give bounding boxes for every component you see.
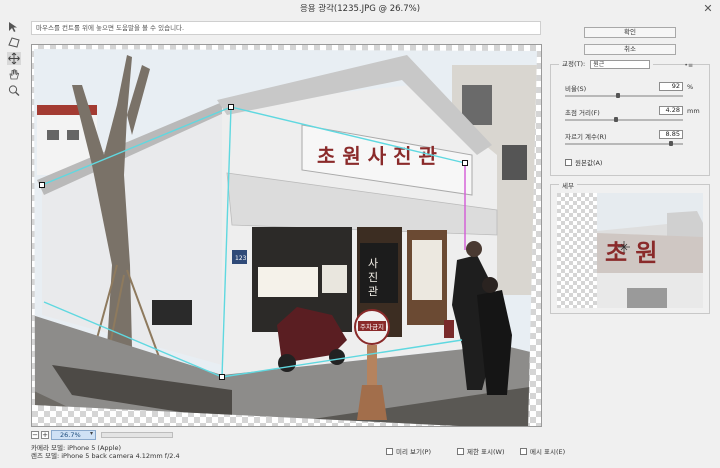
lens-model: 렌즈 모델: iPhone 5 back camera 4.12mm f/2.4 xyxy=(31,452,180,460)
preview-label: 미리 보기(P) xyxy=(396,448,431,456)
correction-select[interactable]: 원근 xyxy=(590,60,651,69)
correction-panel: 교정(T): 원근 •≡ 비율(S) 92 % 초점 거리(F) 4.28 mm… xyxy=(550,60,710,176)
correction-label: 교정(T): xyxy=(562,60,586,68)
show-mesh-option[interactable]: 메시 표시(E) xyxy=(520,446,565,456)
zoom-out-button[interactable]: − xyxy=(31,431,39,439)
preview-option[interactable]: 미리 보기(P) xyxy=(386,446,431,456)
show-constraints-checkbox[interactable] xyxy=(457,447,464,455)
vertical-sign: 사진관 xyxy=(368,257,378,298)
focal-length-label: 초점 거리(F) xyxy=(565,109,600,117)
ok-button[interactable]: 확인 xyxy=(584,27,676,38)
no-parking-text: 주차금지 xyxy=(360,322,384,331)
hint-text: 마우스를 컨트롤 위에 놓으면 도움말을 볼 수 있습니다. xyxy=(36,24,185,32)
photo-preview: 초 원 사 진 관 사진관 123 주차금지 xyxy=(34,49,537,426)
correction-header: 교정(T): 원근 xyxy=(559,60,654,69)
move-tool-icon[interactable] xyxy=(7,52,21,65)
zoom-tool-icon[interactable] xyxy=(7,84,21,97)
guide-handle[interactable] xyxy=(462,160,468,166)
focal-length-slider-thumb[interactable] xyxy=(613,117,618,122)
crop-factor-label: 자르기 계수(R) xyxy=(565,133,607,141)
detail-label: 세부 xyxy=(559,180,577,190)
constraint-tool-icon[interactable] xyxy=(7,20,21,33)
show-constraints-option[interactable]: 제한 표시(W) xyxy=(457,446,505,456)
hint-bar: 마우스를 컨트롤 위에 놓으면 도움말을 볼 수 있습니다. xyxy=(31,21,541,35)
camera-model: 카메라 모델: iPhone 5 (Apple) xyxy=(31,444,122,452)
detail-panel: 세부 초 원 xyxy=(550,180,710,314)
preview-checkbox[interactable] xyxy=(386,447,393,455)
crop-factor-slider-thumb[interactable] xyxy=(669,141,674,146)
scale-slider-thumb[interactable] xyxy=(616,93,621,98)
focal-length-unit: mm xyxy=(687,107,700,115)
crop-factor-input[interactable]: 8.85 xyxy=(659,130,683,139)
cancel-button[interactable]: 취소 xyxy=(584,44,676,55)
polygon-constraint-tool-icon[interactable] xyxy=(7,36,21,49)
as-shot-checkbox[interactable] xyxy=(565,158,572,166)
tool-panel xyxy=(4,20,24,100)
hand-tool-icon[interactable] xyxy=(7,68,21,81)
scale-unit: % xyxy=(687,83,694,91)
zoom-bar: − + 26.7% ▾ xyxy=(31,430,541,440)
sign-post xyxy=(357,385,387,420)
show-mesh-label: 메시 표시(E) xyxy=(530,448,566,456)
panel-menu-icon[interactable]: •≡ xyxy=(684,62,693,69)
zoom-in-button[interactable]: + xyxy=(41,431,49,439)
camera-info: 카메라 모델: iPhone 5 (Apple) 렌즈 모델: iPhone 5… xyxy=(31,444,180,460)
scale-slider[interactable] xyxy=(565,93,683,98)
crop-factor-slider[interactable] xyxy=(565,141,683,146)
focal-length-slider[interactable] xyxy=(565,117,683,122)
guide-handle[interactable] xyxy=(219,374,225,380)
guide-handle[interactable] xyxy=(39,182,45,188)
horizontal-scrollbar[interactable] xyxy=(101,432,173,438)
detail-sign-text: 초 원 xyxy=(605,239,658,267)
show-constraints-label: 제한 표시(W) xyxy=(467,448,505,456)
as-shot-option[interactable]: 원본값(A) xyxy=(565,157,602,167)
window-title: 응용 광각(1235.JPG @ 26.7%) xyxy=(299,4,421,14)
window-titlebar: 응용 광각(1235.JPG @ 26.7%) ✕ xyxy=(0,0,720,19)
focal-length-input[interactable]: 4.28 xyxy=(659,106,683,115)
scale-label: 비율(S) xyxy=(565,85,587,93)
close-icon[interactable]: ✕ xyxy=(702,3,714,15)
show-mesh-checkbox[interactable] xyxy=(520,447,527,455)
store-sign-text: 초 원 사 진 관 xyxy=(317,144,437,168)
detail-loupe: 초 원 xyxy=(557,193,703,308)
zoom-dropdown-icon[interactable]: ▾ xyxy=(90,430,93,437)
preview-canvas[interactable]: 초 원 사 진 관 사진관 123 주차금지 xyxy=(31,44,542,427)
as-shot-label: 원본값(A) xyxy=(575,159,603,167)
guide-handle[interactable] xyxy=(228,104,234,110)
scale-input[interactable]: 92 xyxy=(659,82,683,91)
house-number: 123 xyxy=(235,255,247,262)
